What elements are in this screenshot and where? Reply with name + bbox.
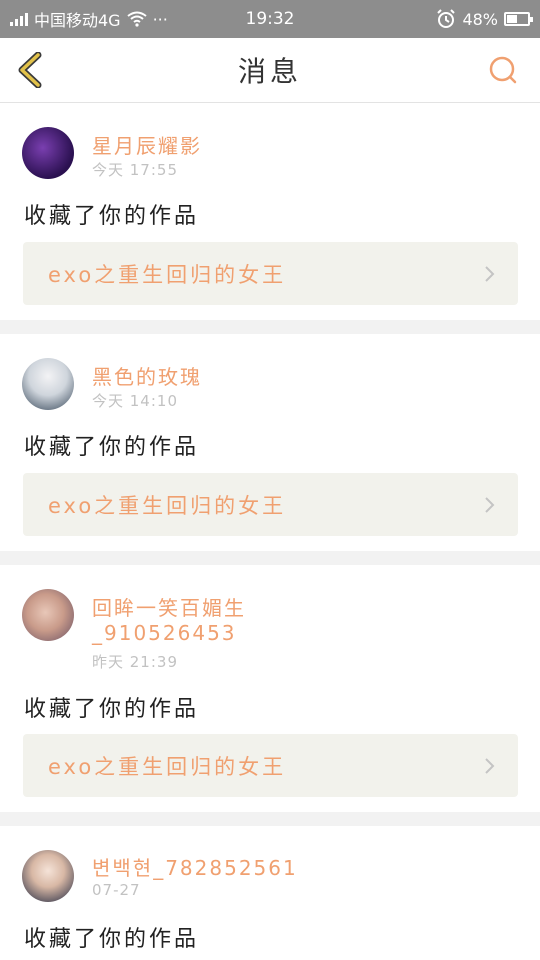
action-text: 收藏了你的作品 — [24, 435, 200, 460]
work-title: exo之重生回归的女王 — [48, 262, 287, 287]
timestamp: 今天 17:55 — [92, 161, 178, 179]
nav-bar: 消息 — [0, 38, 540, 103]
message-card: 변백현_782852561 07-27 收藏了你的作品 — [0, 826, 540, 960]
username[interactable]: 변백현_782852561 — [92, 852, 298, 881]
message-card: 回眸一笑百媚生 _910526453 昨天 21:39 收藏了你的作品 exo之… — [0, 565, 540, 812]
action-text: 收藏了你的作品 — [24, 697, 200, 722]
action-text: 收藏了你的作品 — [24, 927, 200, 952]
back-arrow-icon[interactable] — [14, 52, 48, 88]
work-link[interactable]: exo之重生回归的女王 — [23, 242, 518, 305]
username-suffix[interactable]: _910526453 — [92, 621, 237, 645]
message-card: 星月辰耀影 今天 17:55 收藏了你的作品 exo之重生回归的女王 — [0, 103, 540, 320]
alarm-icon — [437, 9, 456, 28]
battery-icon — [504, 12, 533, 26]
work-title: exo之重生回归的女王 — [48, 493, 287, 518]
signal-icon — [10, 12, 28, 26]
work-title: exo之重生回归的女王 — [48, 754, 287, 779]
timestamp: 07-27 — [92, 881, 141, 899]
page-title: 消息 — [237, 55, 302, 88]
username[interactable]: 星月辰耀影 — [92, 130, 202, 159]
chevron-right-icon — [485, 758, 495, 774]
wifi-icon — [126, 11, 147, 27]
avatar[interactable] — [22, 850, 74, 902]
username[interactable]: 黑色的玫瑰 — [92, 361, 202, 390]
status-bar: 中国移动4G ··· 19:32 48% — [0, 0, 540, 38]
avatar[interactable] — [22, 358, 74, 410]
avatar[interactable] — [22, 127, 74, 179]
more-dots: ··· — [152, 9, 168, 29]
search-icon[interactable] — [488, 55, 518, 85]
action-text: 收藏了你的作品 — [24, 204, 200, 229]
carrier-label: 中国移动4G — [34, 11, 121, 30]
work-link[interactable]: exo之重生回归的女王 — [23, 734, 518, 797]
chevron-right-icon — [485, 497, 495, 513]
timestamp: 昨天 21:39 — [92, 653, 178, 671]
clock: 19:32 — [245, 9, 295, 29]
work-link[interactable]: exo之重生回归的女王 — [23, 473, 518, 536]
battery-percent: 48% — [462, 9, 498, 29]
username[interactable]: 回眸一笑百媚生 — [92, 592, 246, 621]
avatar[interactable] — [22, 589, 74, 641]
chevron-right-icon — [485, 266, 495, 282]
timestamp: 今天 14:10 — [92, 392, 178, 410]
message-card: 黑色的玫瑰 今天 14:10 收藏了你的作品 exo之重生回归的女王 — [0, 334, 540, 551]
